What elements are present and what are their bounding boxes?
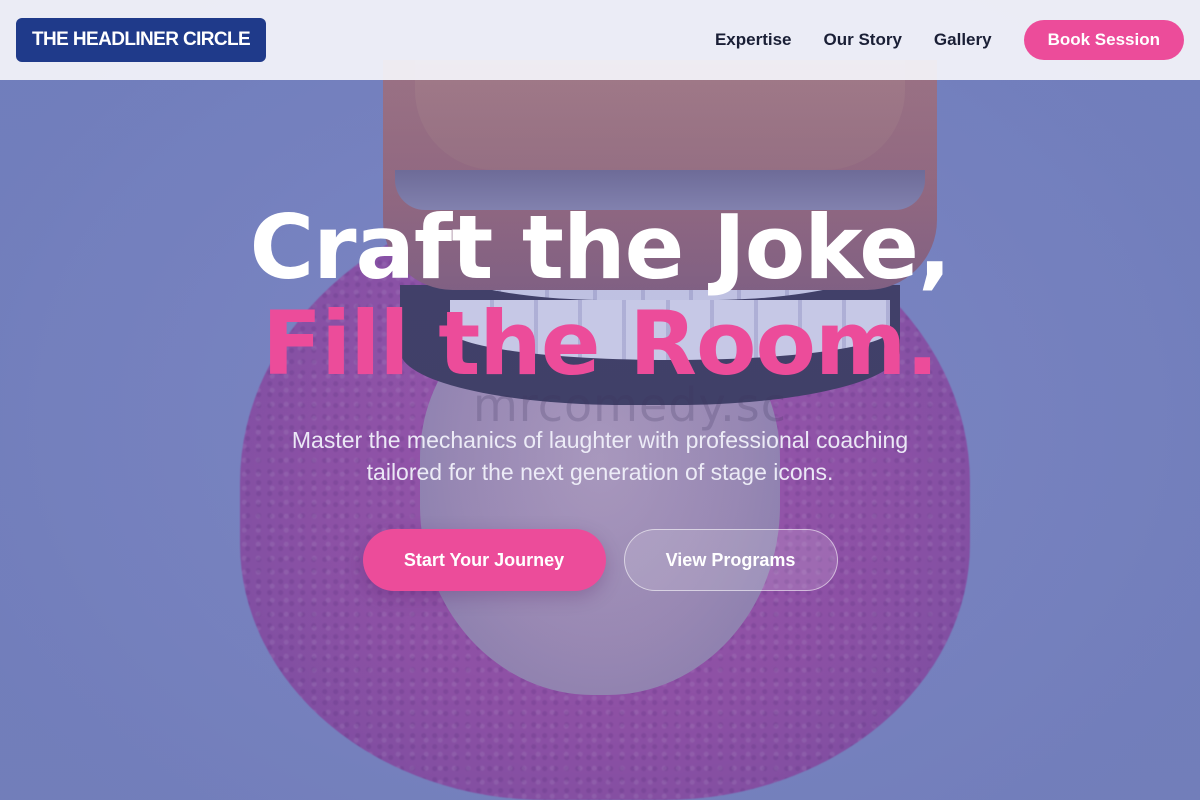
view-programs-button[interactable]: View Programs [623,529,838,591]
hero-headline: Craft the Joke, Fill the Room. [0,200,1200,392]
site-header: THE HEADLINER CIRCLE Expertise Our Story… [0,0,1200,80]
nav-link-gallery[interactable]: Gallery [934,30,992,50]
start-journey-button[interactable]: Start Your Journey [362,529,606,591]
hero-headline-line1: Craft the Joke, [249,196,952,299]
hero-headline-line2: Fill the Room. [261,292,939,395]
nav-link-our-story[interactable]: Our Story [824,30,902,50]
hero-cta-group: Start Your Journey View Programs [0,529,1200,591]
nav-link-expertise[interactable]: Expertise [715,30,792,50]
brand-logo[interactable]: THE HEADLINER CIRCLE [16,18,267,62]
main-nav: Expertise Our Story Gallery Book Session [715,20,1184,60]
hero-subtitle: Master the mechanics of laughter with pr… [291,427,909,485]
book-session-button[interactable]: Book Session [1023,20,1184,60]
hero-background-image: mrcomedy.sc [0,0,1200,800]
